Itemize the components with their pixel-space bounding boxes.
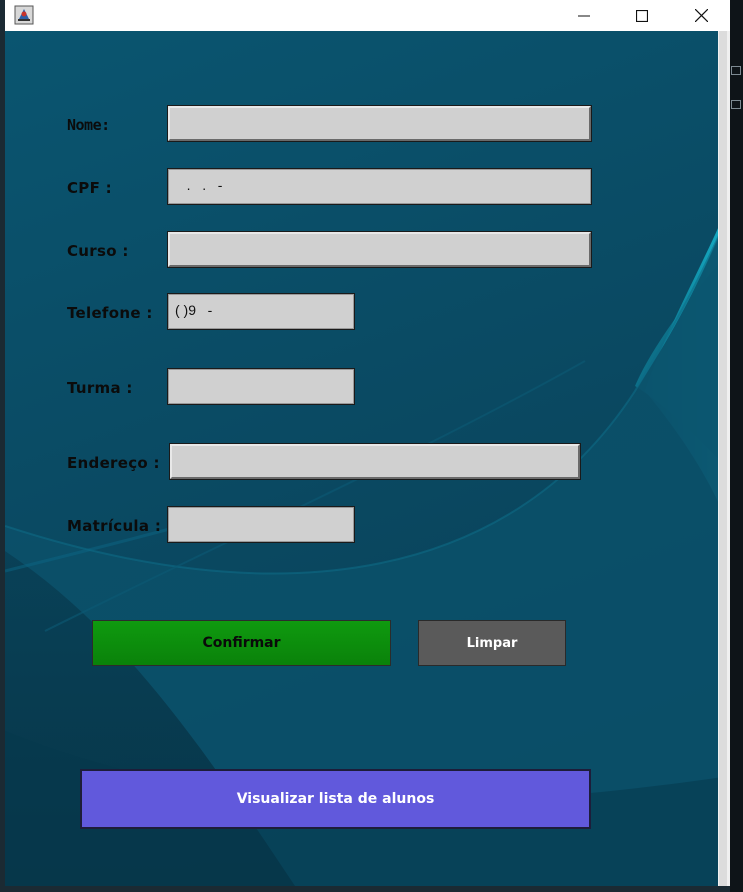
- curso-field[interactable]: [167, 231, 592, 268]
- matricula-label: Matrícula :: [67, 517, 162, 535]
- cpf-label: CPF :: [67, 179, 112, 197]
- turma-label: Turma :: [67, 379, 133, 397]
- curso-label: Curso :: [67, 242, 129, 260]
- title-bar[interactable]: [5, 0, 730, 32]
- maximize-icon: [636, 9, 648, 22]
- telefone-field[interactable]: ( )9 -: [167, 293, 355, 330]
- minimize-icon: [578, 15, 590, 16]
- app-window: Nome: CPF : Curso : Telefone : Turma : E…: [5, 0, 730, 886]
- java-app-icon: [14, 5, 34, 25]
- endereco-label: Endereço :: [67, 454, 160, 472]
- close-button[interactable]: [674, 0, 728, 31]
- minimize-button[interactable]: [557, 0, 611, 31]
- nome-field[interactable]: [167, 105, 592, 142]
- close-icon: [694, 9, 708, 22]
- nome-label: Nome:: [67, 116, 110, 134]
- maximize-button[interactable]: [615, 0, 669, 31]
- visualizar-lista-button[interactable]: Visualizar lista de alunos: [80, 769, 591, 829]
- telefone-label: Telefone :: [67, 304, 153, 322]
- cpf-field[interactable]: . . -: [167, 168, 592, 205]
- desktop-grid-icon: [731, 100, 741, 109]
- limpar-button[interactable]: Limpar: [418, 620, 566, 666]
- turma-field[interactable]: [167, 368, 355, 405]
- matricula-field[interactable]: [167, 506, 355, 543]
- confirmar-button[interactable]: Confirmar: [92, 620, 391, 666]
- desktop-background: [730, 0, 743, 892]
- scrollbar-thumb[interactable]: [719, 31, 727, 886]
- desktop-window-icon: [731, 66, 741, 75]
- endereco-field[interactable]: [169, 443, 581, 480]
